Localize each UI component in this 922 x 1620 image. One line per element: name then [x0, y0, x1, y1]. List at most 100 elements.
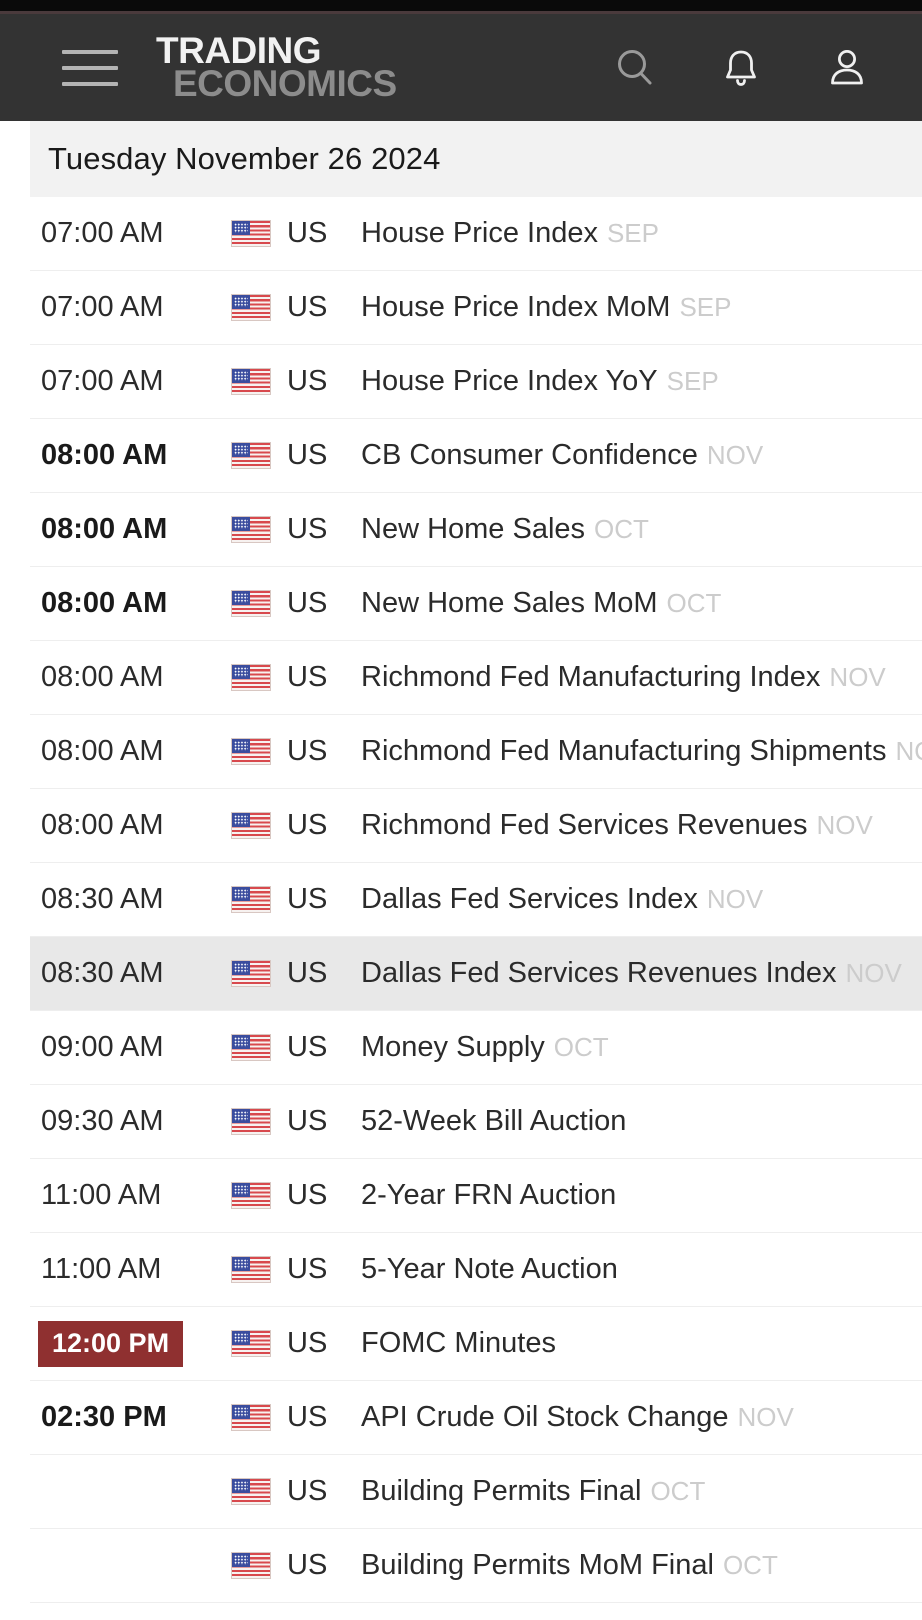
event-name-cell[interactable]: House Price Index SEP	[348, 217, 659, 250]
user-icon[interactable]	[824, 45, 870, 91]
event-name-cell[interactable]: Dallas Fed Services Index NOV	[348, 883, 763, 916]
us-flag-icon	[231, 294, 271, 321]
table-row[interactable]: 08:00 AM US Richmond Fed Manufacturing Ind…	[30, 641, 922, 715]
reference-period: NOV	[829, 662, 886, 692]
country-flag-cell	[226, 960, 276, 987]
event-name: House Price Index	[361, 217, 598, 249]
status-bar	[0, 0, 922, 11]
us-flag-icon	[231, 516, 271, 543]
event-name-cell[interactable]: 52-Week Bill Auction	[348, 1105, 626, 1138]
table-row[interactable]: 08:00 AM US New Home Sales OCT	[30, 493, 922, 567]
event-name: Richmond Fed Services Revenues	[361, 809, 808, 841]
event-name: Dallas Fed Services Index	[361, 883, 698, 915]
event-name-cell[interactable]: Richmond Fed Manufacturing Index NOV	[348, 661, 886, 694]
us-flag-icon	[231, 220, 271, 247]
reference-period: NOV	[816, 810, 873, 840]
table-row[interactable]: 11:00 AM US 5-Year Note Auction	[30, 1233, 922, 1307]
table-row[interactable]: 12:00 PM US FOMC Minutes	[30, 1307, 922, 1381]
event-name-cell[interactable]: Richmond Fed Services Revenues NOV	[348, 809, 873, 842]
us-flag-icon	[231, 960, 271, 987]
event-time: 08:00 AM	[41, 587, 168, 619]
event-name-cell[interactable]: Richmond Fed Manufacturing Shipments NOV	[348, 735, 922, 768]
country-code: US	[287, 661, 328, 693]
brand-line-2: ECONOMICS	[173, 62, 397, 104]
table-row[interactable]: 09:30 AM US 52-Week Bill Auction	[30, 1085, 922, 1159]
country-flag-cell	[226, 294, 276, 321]
table-row[interactable]: 08:00 AM US CB Consumer Confidence NOV	[30, 419, 922, 493]
hamburger-bar	[62, 81, 118, 86]
header-actions	[612, 45, 896, 91]
event-name: Building Permits MoM Final	[361, 1549, 714, 1581]
table-row[interactable]: 07:00 AM US House Price Index YoY SEP	[30, 345, 922, 419]
table-row[interactable]: US Building Permits MoM Final OCT	[30, 1529, 922, 1603]
us-flag-icon	[231, 590, 271, 617]
event-name: Money Supply	[361, 1031, 545, 1063]
event-name-cell[interactable]: Dallas Fed Services Revenues Index NOV	[348, 957, 902, 990]
event-time: 02:30 PM	[41, 1401, 167, 1433]
site-header: TRADING ECONOMICS	[0, 14, 922, 121]
event-name-cell[interactable]: API Crude Oil Stock Change NOV	[348, 1401, 794, 1434]
reference-period: NOV	[737, 1402, 794, 1432]
bell-icon[interactable]	[718, 45, 764, 91]
country-flag-cell	[226, 1108, 276, 1135]
table-row[interactable]: 08:30 AM US Dallas Fed Services Index NOV	[30, 863, 922, 937]
country-flag-cell	[226, 664, 276, 691]
event-time: 08:00 AM	[41, 439, 168, 471]
event-time: 09:30 AM	[41, 1105, 164, 1137]
brand-logo[interactable]: TRADING ECONOMICS	[156, 32, 397, 104]
country-code: US	[287, 735, 328, 767]
event-name: House Price Index MoM	[361, 291, 671, 323]
event-name-cell[interactable]: 2-Year FRN Auction	[348, 1179, 616, 1212]
country-code: US	[287, 291, 328, 323]
table-row[interactable]: 02:30 PM US API Crude Oil Stock Change NOV	[30, 1381, 922, 1455]
us-flag-icon	[231, 1552, 271, 1579]
us-flag-icon	[231, 1034, 271, 1061]
country-flag-cell	[226, 590, 276, 617]
table-row[interactable]: 08:30 AM US Dallas Fed Services Revenues I…	[30, 937, 922, 1011]
search-icon[interactable]	[612, 45, 658, 91]
event-name-cell[interactable]: CB Consumer Confidence NOV	[348, 439, 763, 472]
reference-period: NOV	[706, 884, 764, 914]
event-name-cell[interactable]: New Home Sales OCT	[348, 513, 649, 546]
event-name: House Price Index YoY	[361, 365, 658, 397]
country-code: US	[287, 439, 328, 471]
time-badge: 12:00 PM	[38, 1320, 184, 1367]
event-time: 12:00 PM	[30, 1320, 226, 1367]
us-flag-icon	[231, 664, 271, 691]
event-name-cell[interactable]: House Price Index YoY SEP	[348, 365, 719, 398]
reference-period: NOV	[845, 958, 902, 988]
country-flag-cell	[226, 516, 276, 543]
table-row[interactable]: 08:00 AM US Richmond Fed Manufacturing Shi…	[30, 715, 922, 789]
table-row[interactable]: 09:00 AM US Money Supply OCT	[30, 1011, 922, 1085]
event-time: 11:00 AM	[41, 1179, 162, 1211]
reference-period: SEP	[606, 218, 659, 248]
hamburger-menu-icon[interactable]	[62, 46, 118, 90]
event-name: Richmond Fed Manufacturing Index	[361, 661, 821, 693]
table-row[interactable]: 08:00 AM US New Home Sales MoM OCT	[30, 567, 922, 641]
event-name: Dallas Fed Services Revenues Index	[361, 957, 837, 989]
table-row[interactable]: 07:00 AM US House Price Index SEP	[30, 197, 922, 271]
event-name: New Home Sales MoM	[361, 587, 658, 619]
event-name-cell[interactable]: Money Supply OCT	[348, 1031, 609, 1064]
event-name-cell[interactable]: Building Permits MoM Final OCT	[348, 1549, 778, 1582]
calendar-table: 07:00 AM US House Price Index SEP 07:00 AM US…	[30, 197, 922, 1603]
table-row[interactable]: 11:00 AM US 2-Year FRN Auction	[30, 1159, 922, 1233]
us-flag-icon	[231, 442, 271, 469]
country-code: US	[287, 957, 328, 989]
country-code: US	[287, 1105, 328, 1137]
event-name: Richmond Fed Manufacturing Shipments	[361, 735, 887, 767]
reference-period: SEP	[679, 292, 732, 322]
reference-period: OCT	[666, 588, 722, 618]
us-flag-icon	[231, 1256, 271, 1283]
table-row[interactable]: US Building Permits Final OCT	[30, 1455, 922, 1529]
table-row[interactable]: 08:00 AM US Richmond Fed Services Revenues…	[30, 789, 922, 863]
country-code: US	[287, 1401, 328, 1433]
event-name-cell[interactable]: Building Permits Final OCT	[348, 1475, 705, 1508]
event-name-cell[interactable]: 5-Year Note Auction	[348, 1253, 618, 1286]
event-name-cell[interactable]: FOMC Minutes	[348, 1327, 556, 1360]
country-code: US	[287, 217, 328, 249]
table-row[interactable]: 07:00 AM US House Price Index MoM SEP	[30, 271, 922, 345]
event-name-cell[interactable]: House Price Index MoM SEP	[348, 291, 732, 324]
event-name: Building Permits Final	[361, 1475, 642, 1507]
event-name-cell[interactable]: New Home Sales MoM OCT	[348, 587, 721, 620]
